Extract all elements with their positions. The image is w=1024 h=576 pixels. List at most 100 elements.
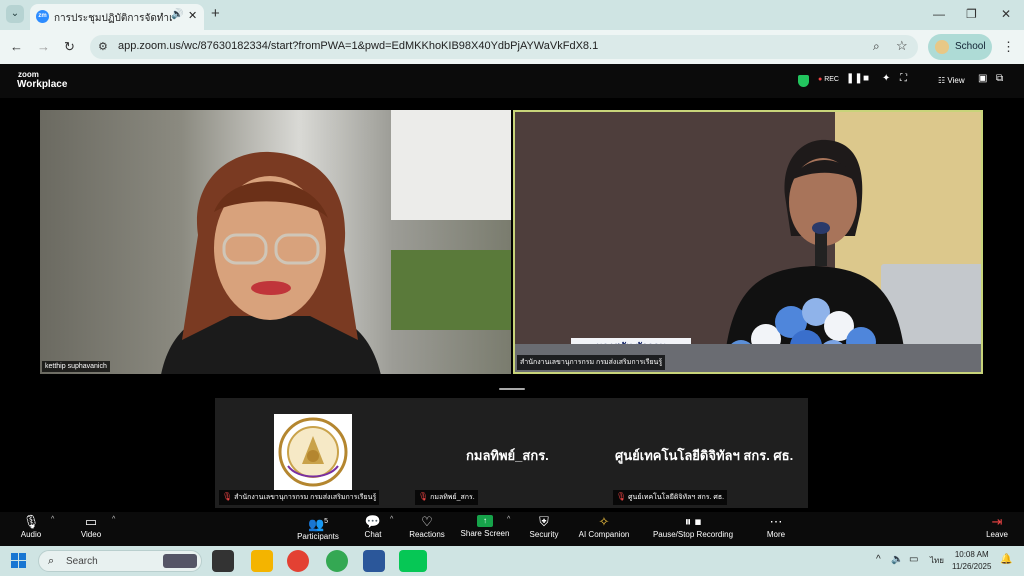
- address-bar-row: ← → ↻ ⚙ app.zoom.us/wc/87630182334/start…: [0, 30, 1024, 64]
- share-screen-button[interactable]: ↑ Share Screen: [460, 512, 510, 546]
- browser-window: ⌄ zm การประชุมปฏิบัติการจัดทำแผนพัฒนา 🔊 …: [0, 0, 1024, 576]
- search-icon: ⌕: [48, 555, 55, 567]
- language-indicator[interactable]: ไทย: [930, 554, 944, 567]
- fullscreen-icon[interactable]: ⛶: [900, 73, 907, 84]
- pause-recording-icon[interactable]: ❚❚: [846, 73, 863, 84]
- reactions-button[interactable]: ♡ Reactions: [407, 512, 447, 546]
- video-options-caret[interactable]: ^: [112, 516, 115, 523]
- tab-title: การประชุมปฏิบัติการจัดทำแผนพัฒนา: [54, 13, 172, 24]
- sparkle-icon[interactable]: ✦: [882, 73, 890, 84]
- more-button[interactable]: ⋯ More: [762, 512, 790, 546]
- participant-name-label: สำนักงานเลขานุการกรม กรมส่งเสริมการเรียน…: [517, 355, 666, 370]
- participant-name-label: 🎙 กมลทิพย์_สกร.: [415, 490, 478, 505]
- close-window-icon[interactable]: ✕: [1001, 7, 1011, 21]
- new-tab-button[interactable]: +: [211, 5, 220, 22]
- camera-icon: ▭: [84, 514, 98, 529]
- participant-name-label: 🎙 สำนักงานเลขานุการกรม กรมส่งเสริมการเรี…: [219, 490, 380, 505]
- tab-search-button[interactable]: ⌄: [6, 5, 24, 23]
- participant-video-image: [161, 151, 381, 374]
- kebab-menu-icon[interactable]: ⋮: [1002, 39, 1015, 55]
- muted-mic-icon: 🎙: [616, 492, 627, 501]
- word-icon[interactable]: [363, 550, 385, 572]
- video-tile[interactable]: ketthip suphavanich: [40, 110, 511, 374]
- popout-icon[interactable]: ⧉: [996, 73, 1003, 84]
- share-screen-icon: ↑: [477, 515, 493, 527]
- sparkle-icon: ✧: [598, 514, 610, 529]
- display-icon[interactable]: ▭: [909, 554, 918, 565]
- workplace-logo: Workplace: [17, 79, 68, 90]
- search-highlight-image: [163, 554, 197, 568]
- taskbar-search-field[interactable]: ⌕ Search: [38, 550, 202, 572]
- forward-icon[interactable]: →: [37, 39, 50, 54]
- close-tab-icon[interactable]: ✕: [188, 9, 197, 22]
- more-dots-icon: ⋯: [769, 514, 783, 529]
- audio-options-caret[interactable]: ^: [51, 516, 54, 523]
- ai-companion-button[interactable]: ✧ AI Companion: [574, 512, 634, 546]
- leave-button[interactable]: ⇥ Leave: [984, 512, 1010, 546]
- back-icon[interactable]: ←: [10, 39, 23, 54]
- view-button[interactable]: ☷ View: [938, 76, 965, 85]
- participant-name-label: 🎙 ศูนย์เทคโนโลยีดิจิทัลฯ สกร. ศธ.: [613, 490, 728, 505]
- chat-button[interactable]: 💬 Chat: [359, 512, 387, 546]
- participant-display-name: กมลทิพย์_สกร.: [466, 448, 549, 463]
- meeting-toolbar: 🎙 Audio ^ ▭ Video ^ 👥5 Participants 💬 Chat ^…: [0, 512, 1024, 546]
- audio-button[interactable]: 🎙 Audio: [16, 512, 46, 546]
- avatar: [935, 40, 949, 54]
- chat-icon: 💬: [364, 514, 382, 529]
- emblem-seal-icon: [278, 417, 348, 487]
- speaker-icon[interactable]: 🔊: [171, 9, 183, 20]
- active-speaker-tile[interactable]: นางสุภัท มัวจอม สำนักงานเลขานุการกรม กรม…: [513, 110, 983, 374]
- url-text: app.zoom.us/wc/87630182334/start?fromPWA…: [118, 40, 599, 52]
- site-info-icon[interactable]: ⚙: [98, 40, 108, 53]
- minimize-icon[interactable]: —: [933, 7, 945, 21]
- start-windows-icon[interactable]: [11, 553, 26, 568]
- security-button[interactable]: ⛨ Security: [527, 512, 561, 546]
- participant-name-label: ketthip suphavanich: [42, 361, 110, 372]
- chrome-profile-icon[interactable]: [326, 550, 348, 572]
- chrome-icon[interactable]: [287, 550, 309, 572]
- tray-overflow-icon[interactable]: ^: [876, 554, 881, 565]
- file-explorer-icon[interactable]: [251, 550, 273, 572]
- encryption-shield-icon[interactable]: [798, 75, 809, 87]
- taskbar-clock[interactable]: 10:08 AM 11/26/2025: [952, 549, 991, 573]
- zoom-magnifier-icon[interactable]: ⌕: [873, 39, 880, 54]
- video-stage: ketthip suphavanich นางสุภัท มัวจอม สำนั…: [0, 98, 1024, 512]
- muted-mic-icon: 🎙: [222, 492, 233, 501]
- profile-label: School: [955, 41, 986, 52]
- participant-display-name: ศูนย์เทคโนโลยีดิจิทัลฯ สกร. ศธ.: [615, 448, 794, 463]
- participants-icon: 👥5: [307, 516, 329, 532]
- participant-strip: 🎙 สำนักงานเลขานุการกรม กรมส่งเสริมการเรี…: [215, 398, 808, 508]
- recording-indicator: ● REC: [818, 76, 839, 83]
- participants-button[interactable]: 👥5 Participants: [294, 512, 342, 546]
- stop-recording-icon[interactable]: ■: [863, 73, 869, 84]
- reload-icon[interactable]: ↻: [64, 39, 75, 55]
- resize-handle[interactable]: [499, 388, 525, 390]
- chat-options-caret[interactable]: ^: [390, 516, 393, 523]
- restore-icon[interactable]: ❐: [966, 7, 977, 21]
- line-app-icon[interactable]: [399, 550, 427, 572]
- shield-icon: ⛨: [539, 514, 549, 529]
- tab-strip: ⌄ zm การประชุมปฏิบัติการจัดทำแผนพัฒนา 🔊 …: [0, 0, 1024, 30]
- microphone-icon: 🎙: [22, 514, 40, 529]
- browser-tab[interactable]: zm การประชุมปฏิบัติการจัดทำแผนพัฒนา 🔊 ✕: [30, 4, 204, 30]
- zoom-favicon-icon: zm: [36, 10, 49, 23]
- muted-mic-icon: 🎙: [418, 492, 429, 501]
- notification-bell-icon[interactable]: 🔔: [1000, 554, 1012, 565]
- heart-icon: ♡: [421, 514, 433, 529]
- video-button[interactable]: ▭ Video: [76, 512, 106, 546]
- pause-stop-recording-button[interactable]: ⏸ ⏹ Pause/Stop Recording: [650, 512, 736, 546]
- profile-button[interactable]: School: [928, 34, 992, 60]
- bookmark-star-icon[interactable]: ☆: [896, 38, 908, 54]
- gallery-icon[interactable]: ▣: [978, 73, 987, 84]
- participant-avatar[interactable]: [274, 414, 352, 490]
- pause-stop-icon: ⏸ ⏹: [684, 514, 702, 529]
- meeting-header: zoom Workplace ● REC ❚❚ ■ ✦ ⛶ ☷ View ▣ ⧉: [0, 64, 1024, 98]
- zoom-logo: zoom: [18, 70, 39, 79]
- windows-taskbar: ⌕ Search ^ 🔈 ▭ ไทย 10:08 AM 11/26/2025 🔔: [0, 546, 1024, 576]
- search-placeholder: Search: [66, 556, 98, 567]
- url-field[interactable]: ⚙ app.zoom.us/wc/87630182334/start?fromP…: [90, 35, 918, 59]
- task-view-icon[interactable]: [212, 550, 234, 572]
- volume-icon[interactable]: 🔈: [891, 554, 903, 565]
- leave-door-icon: ⇥: [991, 514, 1003, 529]
- share-options-caret[interactable]: ^: [507, 516, 510, 523]
